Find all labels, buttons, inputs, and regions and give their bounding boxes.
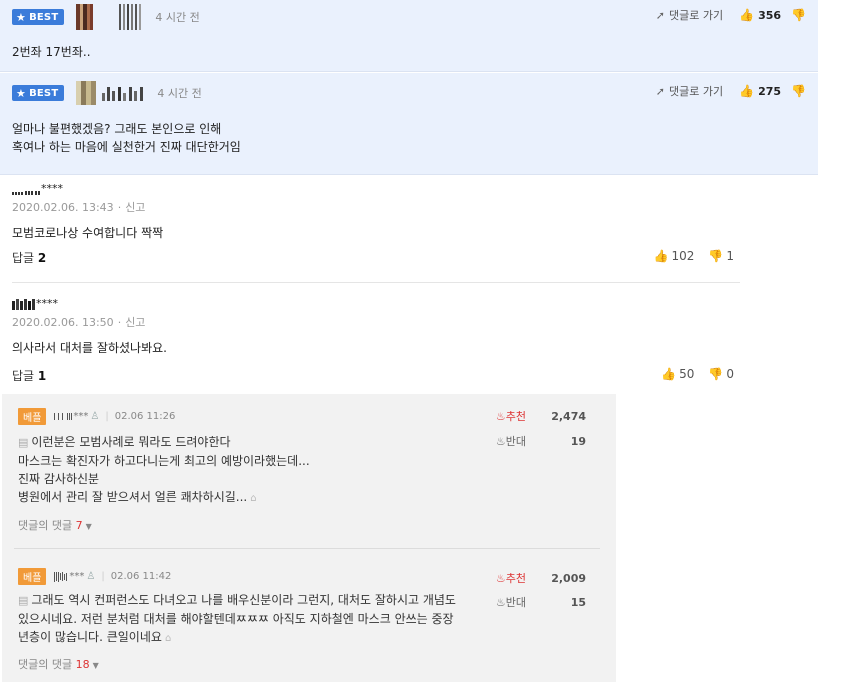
best-reply-item-1: 베플 *** ♙ | 02.06 11:26 ♨ 추천 2,474 ♨ 반대 19 ▤ 이… (18, 408, 604, 538)
nested-replies-count: 18 (75, 658, 90, 671)
best-comment-actions: ➚ 댓글로 가기 👍 275 👎 (656, 83, 806, 99)
document-icon: ▤ (18, 436, 29, 449)
oppose-count: 15 (570, 595, 586, 609)
best-badge: ★ BEST (12, 9, 65, 25)
comment-meta: 2020.02.06. 13:43 · 신고 (12, 201, 146, 214)
reply-date: 02.06 11:42 (110, 571, 172, 582)
best-comment-header: ★ BEST 4 시간 전 (12, 81, 202, 105)
nickname-mosaic (12, 191, 41, 195)
nickname-mosaic (12, 299, 36, 310)
comment-text: 모범코로나상 수여합니다 짝짝 (12, 226, 164, 240)
reply-button[interactable]: 답글 1 (12, 367, 46, 384)
vote-area: 👍 50 👎 0 (647, 367, 734, 381)
goto-comment-link[interactable]: ➚ 댓글로 가기 (656, 7, 723, 23)
star-icon: ★ (16, 10, 27, 24)
reply-divider (14, 548, 600, 549)
nested-replies-count: 7 (75, 519, 83, 532)
comment-item-1: **** 2020.02.06. 13:43 · 신고 모범코로나상 수여합니다 짝… (12, 182, 740, 275)
best-replies-box: 베플 *** ♙ | 02.06 11:26 ♨ 추천 2,474 ♨ 반대 19 ▤ 이… (2, 394, 616, 682)
recommend-count: 2,474 (551, 409, 586, 423)
recommend-icon: ♨ (495, 571, 506, 585)
reply-count: 1 (37, 369, 47, 383)
thumbs-down-icon: 👎 (708, 367, 724, 381)
navigate-arrow-icon: ➚ (655, 84, 666, 98)
navigate-arrow-icon: ➚ (655, 8, 666, 22)
comment-text: 얼마나 불편했겠음? 그래도 본인으로 인해 혹여나 하는 마음에 실천한거 진… (12, 122, 241, 154)
reply-button[interactable]: 답글 2 (12, 249, 46, 266)
recommend-button[interactable]: ♨ 추천 2,009 (496, 570, 586, 586)
recommend-icon: ♨ (495, 409, 506, 423)
document-icon: ▤ (18, 594, 29, 607)
best-reply-item-2: 베플 *** ♙ | 02.06 11:42 ♨ 추천 2,009 ♨ 반대 15 ▤ 그… (18, 568, 604, 678)
like-count: 356 (758, 8, 782, 22)
nickname-mosaic (119, 4, 142, 30)
best-badge: ★ BEST (12, 85, 65, 101)
downvote-button[interactable]: 👎 1 (708, 249, 734, 263)
like-count: 275 (758, 84, 782, 98)
upvote-button[interactable]: 👍 102 (654, 249, 695, 263)
comment-text: 의사라서 대처를 잘하셨나봐요. (12, 341, 167, 355)
time-ago: 4 시간 전 (155, 11, 200, 24)
best-comment-header: ★ BEST 4 시간 전 (12, 4, 200, 30)
thumbs-up-icon: 👍 (653, 249, 669, 263)
report-link[interactable]: 신고 (125, 201, 145, 214)
upvote-button[interactable]: 👍 50 (661, 367, 694, 381)
avatar-mosaic (76, 4, 94, 30)
reply-nickname: *** ♙ (54, 571, 95, 582)
report-link[interactable]: 신고 (125, 316, 145, 329)
thumbs-up-icon[interactable]: 👍 (739, 8, 754, 22)
thumbs-up-icon: 👍 (661, 367, 677, 381)
comment-nickname: **** (12, 182, 740, 195)
best-comment-1: ★ BEST 4 시간 전 ➚ 댓글로 가기 👍 356 👎 2번좌 17번좌.… (0, 0, 818, 72)
comment-date: 2020.02.06. 13:50 (12, 316, 114, 329)
nested-replies-toggle[interactable]: 댓글의 댓글 18 ▼ (18, 656, 99, 672)
thumbs-down-icon[interactable]: 👎 (791, 84, 806, 98)
nested-replies-toggle[interactable]: 댓글의 댓글 7 ▼ (18, 517, 92, 533)
comment-date: 2020.02.06. 13:43 (12, 201, 114, 214)
lock-icon: ⌂ (164, 633, 172, 644)
user-icon: ♙ (90, 411, 100, 422)
best-comment-2: ★ BEST 4 시간 전 ➚ 댓글로 가기 👍 275 👎 얼마나 불편했겠음… (0, 73, 818, 175)
comment-text: 2번좌 17번좌.. (12, 45, 91, 59)
user-icon: ♙ (86, 571, 96, 582)
comment-divider (12, 282, 740, 283)
oppose-button[interactable]: ♨ 반대 19 (496, 433, 586, 449)
best-reply-tag: 베플 (18, 408, 47, 425)
vote-area: 👍 102 👎 1 (640, 249, 734, 263)
goto-comment-link[interactable]: ➚ 댓글로 가기 (656, 83, 723, 99)
nickname-mosaic (102, 85, 144, 101)
reply-text: ▤ 이런분은 모범사례로 뭐라도 드려야한다 마스크는 확진자가 하고다니는게 최… (18, 435, 310, 504)
comment-nickname: **** (12, 297, 740, 310)
chevron-down-icon: ▼ (92, 661, 99, 670)
thumbs-up-icon[interactable]: 👍 (739, 84, 754, 98)
recommend-button[interactable]: ♨ 추천 2,474 (496, 408, 586, 424)
lock-icon: ⌂ (250, 493, 257, 504)
avatar-mosaic (76, 81, 97, 105)
comment-item-2: **** 2020.02.06. 13:50 · 신고 의사라서 대처를 잘하셨나봐… (12, 297, 740, 390)
thumbs-down-icon[interactable]: 👎 (791, 8, 806, 22)
reply-nickname: *** ♙ (54, 411, 99, 422)
comment-meta: 2020.02.06. 13:50 · 신고 (12, 316, 146, 329)
best-reply-tag: 베플 (18, 568, 47, 585)
star-icon: ★ (16, 86, 27, 100)
reply-text: ▤ 그래도 역시 컨퍼런스도 다녀오고 나를 배우신분이라 그런지, 대처도 잘하… (18, 593, 456, 644)
oppose-button[interactable]: ♨ 반대 15 (496, 594, 586, 610)
reply-date: 02.06 11:26 (114, 411, 176, 422)
reply-count: 2 (37, 251, 47, 265)
oppose-count: 19 (570, 434, 586, 448)
time-ago: 4 시간 전 (157, 87, 202, 100)
best-comment-actions: ➚ 댓글로 가기 👍 356 👎 (656, 7, 806, 23)
recommend-count: 2,009 (551, 571, 586, 585)
downvote-button[interactable]: 👎 0 (708, 367, 734, 381)
thumbs-down-icon: 👎 (708, 249, 724, 263)
chevron-down-icon: ▼ (85, 522, 92, 531)
